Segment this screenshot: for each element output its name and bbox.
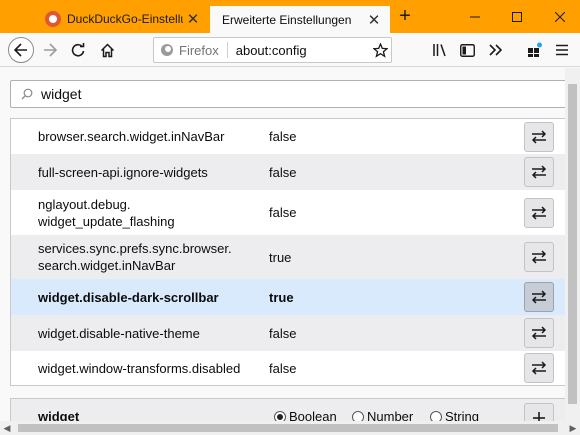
toggle-button[interactable] <box>524 242 554 272</box>
reload-icon[interactable] <box>66 38 90 62</box>
vertical-scroll-thumb[interactable] <box>568 84 577 404</box>
toggle-button[interactable] <box>524 353 554 383</box>
toggle-button[interactable] <box>524 197 554 228</box>
url-separator <box>226 42 228 58</box>
home-icon[interactable] <box>95 38 119 62</box>
identity-box[interactable]: Firefox <box>154 43 219 58</box>
overflow-chevrons-icon[interactable] <box>484 38 508 62</box>
pref-value: false <box>269 129 297 144</box>
tab-advanced-settings[interactable]: Erweiterte Einstellungen ✕ <box>210 4 390 33</box>
close-window-icon[interactable] <box>549 6 571 28</box>
close-tab-icon[interactable]: ✕ <box>183 9 203 29</box>
url-bar[interactable]: Firefox about:config <box>153 37 392 63</box>
toggle-button[interactable] <box>524 121 554 152</box>
tab-label: Erweiterte Einstellungen <box>222 12 352 27</box>
toggle-arrows-icon <box>531 326 547 340</box>
duckduckgo-favicon-icon <box>45 10 61 27</box>
vertical-scrollbar[interactable] <box>565 68 580 421</box>
search-icon <box>15 88 39 100</box>
scroll-left-arrow-icon[interactable]: ◀ <box>0 421 14 435</box>
toggle-button[interactable] <box>524 282 554 312</box>
about-config-page: widget browser.search.widget.inNavBar fa… <box>0 68 580 435</box>
pref-value: false <box>269 164 297 180</box>
firefox-logo-icon <box>161 44 173 56</box>
pref-name: services.sync.prefs.sync.browser. search… <box>38 241 232 273</box>
pref-value: false <box>269 205 297 220</box>
toggle-arrows-icon <box>531 129 547 144</box>
toggle-arrows-icon <box>531 205 547 220</box>
new-tab-icon[interactable]: + <box>394 6 416 28</box>
pref-value: false <box>269 325 297 341</box>
table-row-selected[interactable]: widget.disable-dark-scrollbar true <box>11 279 569 315</box>
toggle-arrows-icon <box>531 250 547 264</box>
pref-name: nglayout.debug. widget_update_flashing <box>38 196 175 229</box>
pref-name: browser.search.widget.inNavBar <box>38 129 225 144</box>
forward-arrow-icon[interactable] <box>38 38 62 62</box>
table-row[interactable]: browser.search.widget.inNavBar false <box>11 119 569 154</box>
pref-name: widget.disable-dark-scrollbar <box>38 289 219 305</box>
table-row[interactable]: services.sync.prefs.sync.browser. search… <box>11 235 569 279</box>
back-arrow-icon[interactable] <box>8 37 34 63</box>
toggle-button[interactable] <box>524 157 554 187</box>
toggle-arrows-icon <box>531 361 547 375</box>
minimize-icon[interactable] <box>464 6 486 28</box>
table-row[interactable]: full-screen-api.ignore-widgets false <box>11 154 569 190</box>
navigation-bar: Firefox about:config <box>0 33 580 67</box>
title-bar: DuckDuckGo-Einstellunge ✕ Erweiterte Ein… <box>0 0 580 33</box>
hamburger-menu-icon[interactable] <box>550 38 574 62</box>
url-text[interactable]: about:config <box>236 43 369 58</box>
search-value[interactable]: widget <box>41 86 81 102</box>
scroll-right-arrow-icon[interactable]: ▶ <box>566 421 580 435</box>
tab-duckduckgo[interactable]: DuckDuckGo-Einstellunge ✕ <box>37 4 209 33</box>
maximize-icon[interactable] <box>506 6 528 28</box>
identity-label: Firefox <box>179 42 219 58</box>
toggle-arrows-icon <box>531 290 547 304</box>
sidebar-icon[interactable] <box>455 38 479 62</box>
toggle-arrows-icon <box>531 165 547 179</box>
pref-search-input[interactable]: widget <box>10 80 570 108</box>
table-row[interactable]: widget.window-transforms.disabled false <box>11 351 569 385</box>
extensions-icon[interactable] <box>523 38 547 62</box>
library-icon[interactable] <box>428 38 452 62</box>
horizontal-scrollbar[interactable]: ◀ ▶ <box>0 421 580 435</box>
pref-name: widget.disable-native-theme <box>38 325 200 341</box>
table-row[interactable]: widget.disable-native-theme false <box>11 315 569 351</box>
pref-name: widget.window-transforms.disabled <box>38 360 241 376</box>
pref-value: false <box>269 360 297 376</box>
toggle-button[interactable] <box>524 318 554 348</box>
prefs-table: browser.search.widget.inNavBar false ful… <box>10 118 570 386</box>
table-row[interactable]: nglayout.debug. widget_update_flashing f… <box>11 190 569 235</box>
pref-value: true <box>269 289 294 305</box>
bookmark-star-icon[interactable] <box>369 42 391 58</box>
tab-label: DuckDuckGo-Einstellunge <box>67 11 183 26</box>
pref-value: true <box>269 249 292 265</box>
pref-name: full-screen-api.ignore-widgets <box>38 164 208 180</box>
close-tab-icon[interactable]: ✕ <box>364 10 384 30</box>
horizontal-scroll-thumb[interactable] <box>18 424 558 432</box>
